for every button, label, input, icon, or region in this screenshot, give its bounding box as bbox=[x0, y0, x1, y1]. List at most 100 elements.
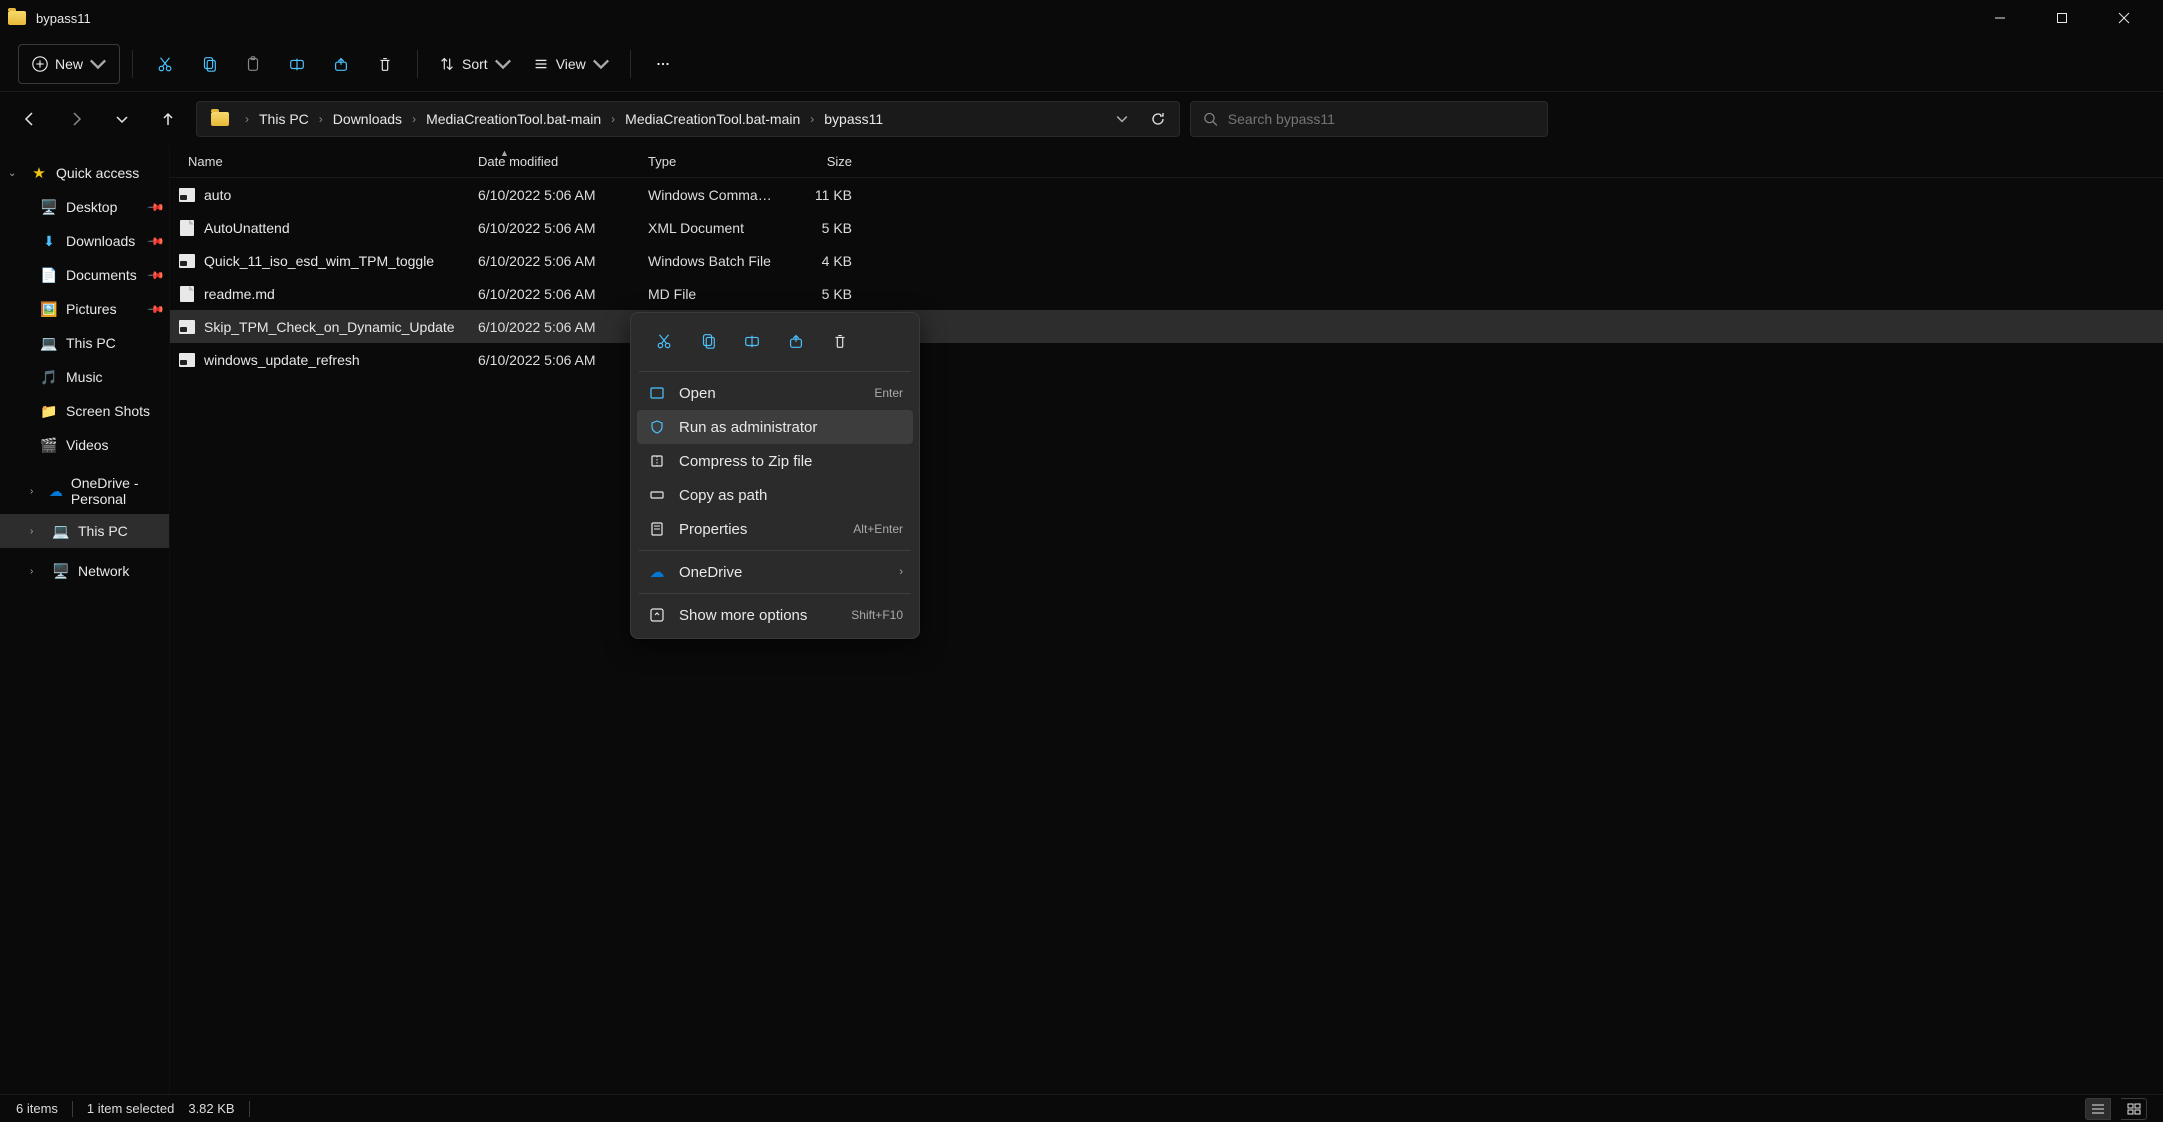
ctx-properties[interactable]: Properties Alt+Enter bbox=[637, 512, 913, 546]
file-size: 11 KB bbox=[774, 187, 866, 203]
file-row[interactable]: Skip_TPM_Check_on_Dynamic_Update6/10/202… bbox=[170, 310, 2163, 343]
column-header-type[interactable]: Type bbox=[634, 154, 774, 169]
ctx-copy-path[interactable]: Copy as path bbox=[637, 478, 913, 512]
more-button[interactable] bbox=[643, 44, 683, 84]
navigation-sidebar: ⌄★ Quick access 🖥️Desktop📌 ⬇Downloads📌 📄… bbox=[0, 146, 170, 1094]
copy-button[interactable] bbox=[189, 44, 229, 84]
close-button[interactable] bbox=[2093, 0, 2155, 36]
cut-icon bbox=[655, 332, 673, 350]
ctx-open[interactable]: Open Enter bbox=[637, 376, 913, 410]
ctx-onedrive[interactable]: ☁ OneDrive › bbox=[637, 555, 913, 589]
file-date: 6/10/2022 5:06 AM bbox=[464, 286, 634, 302]
status-bar: 6 items 1 item selected 3.82 KB bbox=[0, 1094, 2163, 1122]
file-row[interactable]: windows_update_refresh6/10/2022 5:06 AMn… bbox=[170, 343, 2163, 376]
open-icon bbox=[647, 383, 667, 403]
ctx-cut-button[interactable] bbox=[643, 323, 685, 359]
chevron-right-icon: › bbox=[899, 566, 903, 578]
rename-button[interactable] bbox=[277, 44, 317, 84]
cut-icon bbox=[156, 55, 174, 73]
column-header-name[interactable]: Name bbox=[170, 154, 464, 169]
ctx-delete-button[interactable] bbox=[819, 323, 861, 359]
shield-icon bbox=[647, 417, 667, 437]
maximize-button[interactable] bbox=[2031, 0, 2093, 36]
videos-icon: 🎬 bbox=[40, 436, 58, 454]
ctx-compress[interactable]: Compress to Zip file bbox=[637, 444, 913, 478]
breadcrumb-segment[interactable]: ›MediaCreationTool.bat-main bbox=[603, 111, 802, 127]
file-type: XML Document bbox=[634, 220, 774, 236]
ctx-rename-button[interactable] bbox=[731, 323, 773, 359]
more-icon bbox=[654, 55, 672, 73]
path-icon bbox=[647, 485, 667, 505]
breadcrumb-segment[interactable]: ›MediaCreationTool.bat-main bbox=[404, 111, 603, 127]
sidebar-item-documents[interactable]: 📄Documents📌 bbox=[0, 258, 169, 292]
ctx-run-admin[interactable]: Run as administrator bbox=[637, 410, 913, 444]
breadcrumb-segment[interactable]: ›Downloads bbox=[311, 111, 404, 127]
sidebar-item-pictures[interactable]: 🖼️Pictures📌 bbox=[0, 292, 169, 326]
details-view-button[interactable] bbox=[2085, 1098, 2111, 1120]
minimize-button[interactable] bbox=[1969, 0, 2031, 36]
copy-icon bbox=[699, 332, 717, 350]
address-dropdown-button[interactable] bbox=[1107, 104, 1137, 134]
view-label: View bbox=[556, 56, 586, 72]
breadcrumb-segment[interactable]: ›bypass11 bbox=[802, 111, 885, 127]
new-button[interactable]: New bbox=[18, 44, 120, 84]
ctx-copy-button[interactable] bbox=[687, 323, 729, 359]
sidebar-item-downloads[interactable]: ⬇Downloads📌 bbox=[0, 224, 169, 258]
file-row[interactable]: AutoUnattend6/10/2022 5:06 AMXML Documen… bbox=[170, 211, 2163, 244]
file-row[interactable]: auto6/10/2022 5:06 AMWindows Command ...… bbox=[170, 178, 2163, 211]
view-button[interactable]: View bbox=[524, 44, 618, 84]
file-size: 5 KB bbox=[774, 286, 866, 302]
file-icon bbox=[178, 186, 196, 204]
chevron-down-icon bbox=[89, 55, 107, 73]
share-button[interactable] bbox=[321, 44, 361, 84]
file-row[interactable]: Quick_11_iso_esd_wim_TPM_toggle6/10/2022… bbox=[170, 244, 2163, 277]
new-label: New bbox=[55, 56, 83, 72]
column-headers: ▲ Name Date modified Type Size bbox=[170, 146, 2163, 178]
ctx-share-button[interactable] bbox=[775, 323, 817, 359]
sidebar-network[interactable]: ›🖥️Network bbox=[0, 554, 169, 588]
toolbar: New Sort View bbox=[0, 36, 2163, 92]
sidebar-this-pc[interactable]: ›💻This PC bbox=[0, 514, 169, 548]
pin-icon: 📌 bbox=[147, 232, 166, 251]
up-button[interactable] bbox=[150, 101, 186, 137]
sidebar-item-screenshots[interactable]: 📁Screen Shots bbox=[0, 394, 169, 428]
file-row[interactable]: readme.md6/10/2022 5:06 AMMD File5 KB bbox=[170, 277, 2163, 310]
breadcrumb-segment[interactable]: ›This PC bbox=[237, 111, 311, 127]
sidebar-onedrive[interactable]: ›☁OneDrive - Personal bbox=[0, 474, 169, 508]
file-date: 6/10/2022 5:06 AM bbox=[464, 187, 634, 203]
sidebar-item-desktop[interactable]: 🖥️Desktop📌 bbox=[0, 190, 169, 224]
downloads-icon: ⬇ bbox=[40, 232, 58, 250]
onedrive-icon: ☁ bbox=[647, 562, 667, 582]
delete-button[interactable] bbox=[365, 44, 405, 84]
delete-icon bbox=[831, 332, 849, 350]
search-input[interactable] bbox=[1228, 111, 1535, 127]
search-box[interactable] bbox=[1190, 101, 1548, 137]
refresh-button[interactable] bbox=[1143, 104, 1173, 134]
paste-icon bbox=[244, 55, 262, 73]
properties-icon bbox=[647, 519, 667, 539]
copy-icon bbox=[200, 55, 218, 73]
sidebar-item-videos[interactable]: 🎬Videos bbox=[0, 428, 169, 462]
folder-icon bbox=[211, 112, 229, 126]
paste-button[interactable] bbox=[233, 44, 273, 84]
file-icon bbox=[178, 285, 196, 303]
status-selected: 1 item selected bbox=[87, 1101, 174, 1116]
thumbnails-view-button[interactable] bbox=[2121, 1098, 2147, 1120]
file-date: 6/10/2022 5:06 AM bbox=[464, 253, 634, 269]
sidebar-item-music[interactable]: 🎵Music bbox=[0, 360, 169, 394]
file-type: Windows Command ... bbox=[634, 187, 774, 203]
column-header-date[interactable]: Date modified bbox=[464, 154, 634, 169]
column-header-size[interactable]: Size bbox=[774, 154, 866, 169]
address-bar[interactable]: ›This PC ›Downloads ›MediaCreationTool.b… bbox=[196, 101, 1180, 137]
sidebar-quick-access[interactable]: ⌄★ Quick access bbox=[0, 156, 169, 190]
recent-button[interactable] bbox=[104, 101, 140, 137]
file-size: 4 KB bbox=[774, 253, 866, 269]
window-title: bypass11 bbox=[36, 11, 91, 26]
cut-button[interactable] bbox=[145, 44, 185, 84]
back-button[interactable] bbox=[12, 101, 48, 137]
sort-button[interactable]: Sort bbox=[430, 44, 520, 84]
search-icon bbox=[1203, 111, 1218, 127]
sidebar-item-this-pc[interactable]: 💻This PC bbox=[0, 326, 169, 360]
forward-button[interactable] bbox=[58, 101, 94, 137]
ctx-show-more[interactable]: Show more options Shift+F10 bbox=[637, 598, 913, 632]
